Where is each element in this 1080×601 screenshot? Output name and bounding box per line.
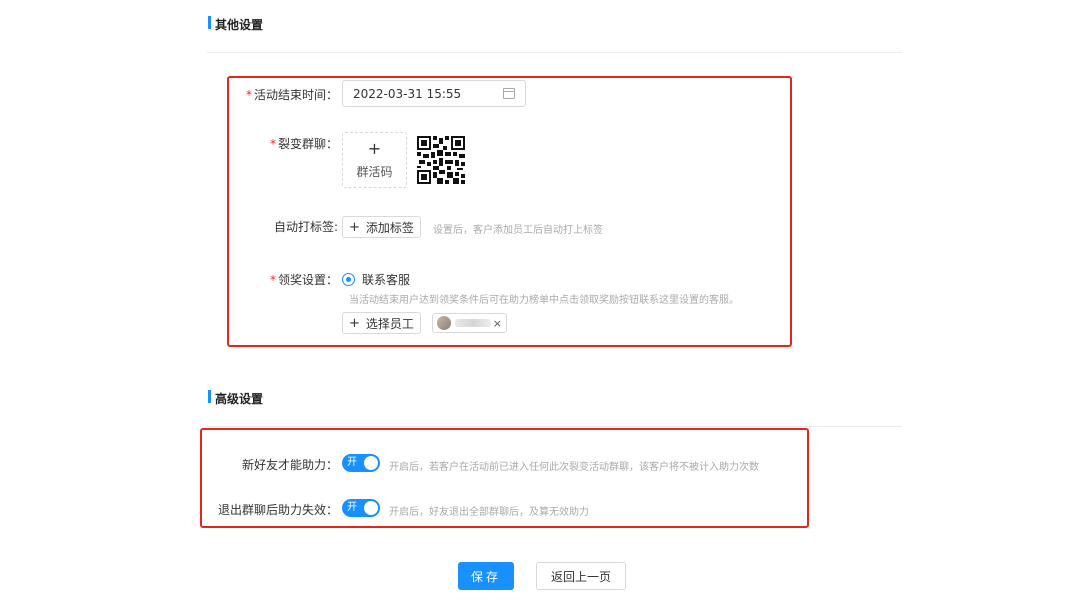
blurred-name [455,319,491,327]
group-qrcode-upload-button[interactable]: + 群活码 [342,132,407,188]
contact-service-radio[interactable] [342,273,355,286]
plus-icon: + [349,219,360,235]
section-title-advanced: 高级设置 [207,390,264,406]
select-staff-label: 选择员工 [365,316,414,331]
calendar-icon [503,88,515,99]
switch-knob [364,501,378,515]
divider [207,52,902,53]
auto-tag-hint: 设置后，客户添加员工后自动打上标签 [433,225,603,236]
new-friend-label: 新好友才能助力： [241,458,338,472]
reward-hint: 当活动结束用户达到领奖条件后可在助力榜单中点击领取奖励按钮联系这里设置的客服。 [349,295,739,306]
required-mark: * [245,88,252,102]
leave-group-switch[interactable]: 开 [342,499,380,517]
add-tag-label: 添加标签 [365,220,414,235]
add-tag-button[interactable]: + 添加标签 [342,216,421,238]
select-staff-button[interactable]: + 选择员工 [342,312,421,334]
end-time-label: * 活动结束时间： [245,88,338,102]
leave-group-hint: 开启后，好友退出全部群聊后，及算无效助力 [389,507,589,518]
required-mark: * [269,137,276,151]
new-friend-hint: 开启后，若客户在活动前已进入任何此次裂变活动群聊，该客户将不被计入助力次数 [389,462,759,473]
switch-knob [364,456,378,470]
qr-code-icon[interactable] [417,136,465,184]
end-time-value: 2022-03-31 15:55 [353,86,462,101]
selected-staff-chip: × [432,313,507,333]
end-time-date-picker[interactable]: 2022-03-31 15:55 [342,80,526,107]
avatar [437,316,451,330]
switch-on-text: 开 [347,457,357,468]
required-mark: * [269,273,276,287]
reward-label: * 领奖设置： [269,273,338,287]
plus-icon: + [367,138,382,158]
section-title-other: 其他设置 [207,16,264,32]
upload-label: 群活码 [356,164,393,179]
leave-group-label: 退出群聊后助力失效： [217,503,338,517]
back-button[interactable]: 返回上一页 [536,562,626,590]
divider [207,426,902,427]
plus-icon: + [349,315,360,331]
save-button[interactable]: 保存 [458,562,514,590]
auto-tag-label: 自动打标签: [273,220,338,234]
switch-on-text: 开 [347,502,357,513]
contact-service-label[interactable]: 联系客服 [362,271,410,288]
highlight-box-other-settings [227,76,792,347]
new-friend-switch[interactable]: 开 [342,454,380,472]
close-icon[interactable]: × [493,317,502,330]
fission-group-label: * 裂变群聊： [269,137,338,151]
